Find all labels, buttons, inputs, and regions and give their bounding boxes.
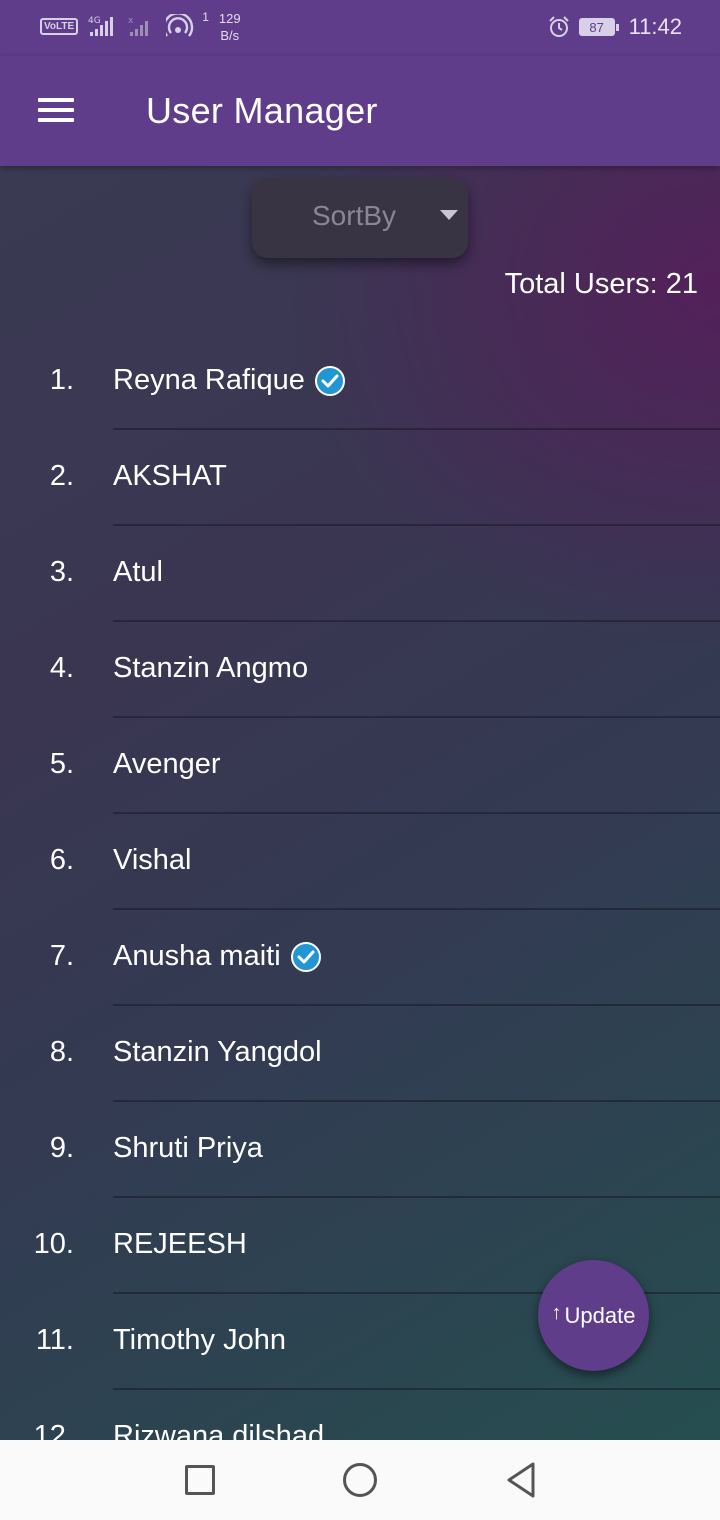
user-index: 2. (49, 460, 74, 492)
user-row[interactable]: 1. Reyna Rafique (0, 334, 720, 430)
signal-icon-2: x (128, 16, 149, 36)
user-index: 3. (49, 556, 74, 588)
user-name-container: Anusha maiti (113, 940, 321, 973)
user-row[interactable]: 2. AKSHAT (0, 430, 720, 526)
user-name: Avenger (113, 748, 221, 780)
user-name-container: REJEESH (113, 1228, 247, 1261)
user-index: 1. (49, 364, 74, 396)
page-title: User Manager (146, 90, 378, 131)
arrow-up-icon: ↑ (551, 1302, 562, 1324)
user-row[interactable]: 4. Stanzin Angmo (0, 622, 720, 718)
hamburger-menu-icon[interactable] (38, 98, 74, 126)
speed-value: 129 (218, 11, 241, 26)
signal-icon: 4G (88, 16, 114, 36)
user-index: 4. (49, 652, 74, 684)
sim-index: 1 (202, 10, 209, 24)
svg-text:4G: 4G (88, 16, 101, 26)
user-index: 11. (35, 1324, 74, 1356)
user-name-container: Stanzin Yangdol (113, 1036, 322, 1069)
user-name: Vishal (113, 844, 192, 876)
sort-by-label: SortBy (312, 200, 397, 231)
user-name-container: AKSHAT (113, 460, 227, 493)
user-name-container: Vishal (113, 844, 191, 877)
user-index: 8. (49, 1036, 74, 1068)
user-name: Anusha maiti (113, 940, 281, 972)
update-button-label: Update (564, 1302, 636, 1328)
user-name: REJEESH (113, 1228, 247, 1260)
alarm-icon (548, 16, 569, 37)
status-right: 87 11:42 (547, 14, 682, 40)
verified-badge-icon (290, 942, 321, 972)
user-name: Stanzin Angmo (113, 652, 309, 684)
user-name: Timothy John (113, 1324, 286, 1356)
home-icon[interactable] (343, 1463, 377, 1497)
user-row[interactable]: 6. Vishal (0, 814, 720, 910)
user-name-container: Reyna Rafique (113, 364, 345, 397)
user-name: Atul (113, 556, 163, 588)
user-name-container: Stanzin Angmo (113, 652, 308, 685)
user-row[interactable]: 8. Stanzin Yangdol (0, 1006, 720, 1102)
update-button[interactable]: ↑ Update (538, 1260, 649, 1371)
user-row[interactable]: 7. Anusha maiti (0, 910, 720, 1006)
user-name: Stanzin Yangdol (113, 1036, 322, 1068)
user-index: 9. (49, 1132, 74, 1164)
total-users-count: Total Users: 21 (504, 268, 698, 300)
verified-badge-icon (314, 366, 345, 396)
speed-unit: B/s (220, 28, 240, 43)
clock: 11:42 (628, 14, 682, 39)
system-nav-bar (0, 1440, 720, 1520)
status-bar: VoLTE 4G x 1 129 B/s 87 11:42 (0, 0, 720, 56)
recent-apps-icon[interactable] (185, 1465, 215, 1495)
user-index: 7. (49, 940, 74, 972)
user-name-container: Timothy John (113, 1324, 286, 1357)
user-name: Reyna Rafique (113, 364, 305, 396)
battery-icon: 87 (578, 18, 619, 36)
sort-by-dropdown[interactable]: SortBy (252, 178, 468, 258)
hotspot-icon (166, 14, 194, 37)
svg-text:x: x (128, 16, 134, 26)
user-row[interactable]: 9. Shruti Priya (0, 1102, 720, 1198)
network-speed: 129 B/s (219, 10, 241, 44)
user-name-container: Shruti Priya (113, 1132, 263, 1165)
user-name: Shruti Priya (113, 1132, 263, 1164)
back-icon[interactable] (505, 1462, 537, 1498)
user-index: 10. (33, 1228, 74, 1260)
user-row[interactable]: 5. Avenger (0, 718, 720, 814)
user-name-container: Atul (113, 556, 163, 589)
user-name-container: Avenger (113, 748, 221, 781)
app-bar: User Manager (0, 56, 720, 166)
user-index: 6. (49, 844, 74, 876)
status-left: VoLTE 4G x 1 129 B/s (40, 10, 241, 44)
volte-badge: VoLTE (40, 18, 79, 35)
user-index: 5. (49, 748, 74, 780)
user-name: AKSHAT (113, 460, 227, 492)
user-row[interactable]: 3. Atul (0, 526, 720, 622)
dropdown-caret-icon (440, 210, 458, 220)
